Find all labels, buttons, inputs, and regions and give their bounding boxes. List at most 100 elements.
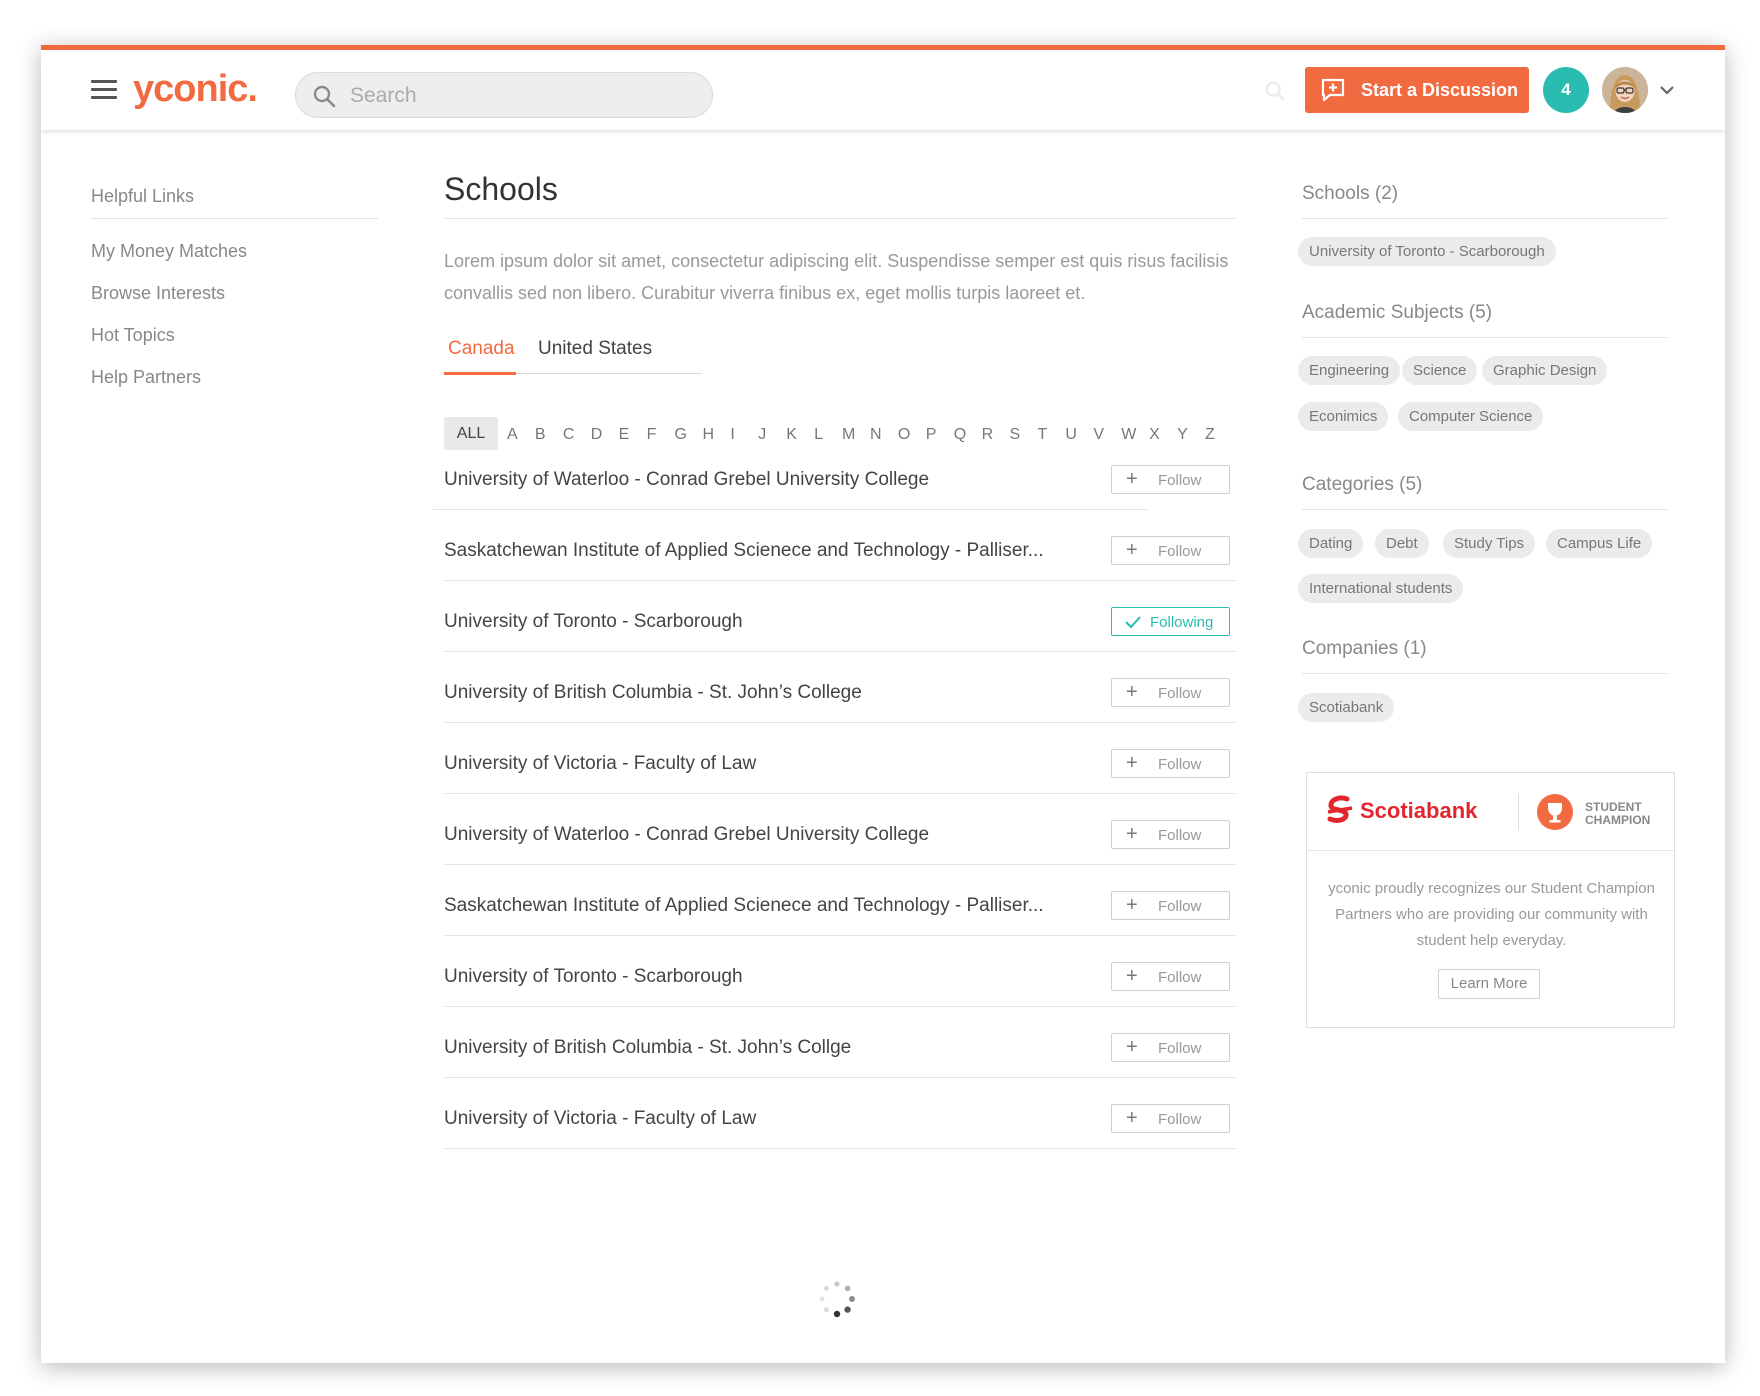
alphabet-letter-y[interactable]: Y bbox=[1177, 426, 1188, 444]
alphabet-letter-f[interactable]: F bbox=[647, 426, 657, 444]
alphabet-filter-all[interactable]: ALL bbox=[444, 417, 498, 450]
alphabet-letter-j[interactable]: J bbox=[758, 426, 766, 444]
follow-button-label: Follow bbox=[1158, 472, 1202, 489]
sidebar-item-help-partners[interactable]: Help Partners bbox=[91, 367, 201, 388]
alphabet-letter-i[interactable]: I bbox=[730, 426, 734, 444]
yconic-logo[interactable]: yconic. bbox=[133, 68, 258, 111]
follow-button[interactable]: + Follow bbox=[1111, 962, 1230, 991]
alphabet-letter-l[interactable]: L bbox=[814, 426, 823, 444]
sidebar-item-hot-topics[interactable]: Hot Topics bbox=[91, 325, 175, 346]
row-divider bbox=[444, 1077, 1236, 1078]
school-name[interactable]: Saskatchewan Institute of Applied Sciene… bbox=[444, 895, 1044, 917]
plus-icon: + bbox=[1126, 681, 1138, 703]
tag-subject[interactable]: Computer Science bbox=[1398, 402, 1544, 431]
alphabet-letter-u[interactable]: U bbox=[1065, 426, 1077, 444]
alphabet-letter-k[interactable]: K bbox=[786, 426, 797, 444]
academic-subjects-heading: Academic Subjects (5) bbox=[1302, 302, 1493, 323]
trophy-icon bbox=[1537, 794, 1573, 830]
menu-icon[interactable] bbox=[91, 80, 117, 100]
tag-category[interactable]: Dating bbox=[1298, 529, 1364, 558]
chevron-down-icon[interactable] bbox=[1659, 84, 1675, 96]
school-name[interactable]: University of Waterloo - Conrad Grebel U… bbox=[444, 469, 929, 491]
tag-category[interactable]: Campus Life bbox=[1546, 529, 1653, 558]
school-name[interactable]: Saskatchewan Institute of Applied Sciene… bbox=[444, 540, 1044, 562]
row-divider bbox=[444, 935, 1236, 936]
check-icon bbox=[1125, 616, 1141, 629]
alphabet-letter-q[interactable]: Q bbox=[954, 426, 966, 444]
tag-category[interactable]: Debt bbox=[1375, 529, 1429, 558]
row-divider bbox=[444, 580, 1236, 581]
alphabet-letter-d[interactable]: D bbox=[591, 426, 603, 444]
alphabet-letter-g[interactable]: G bbox=[675, 426, 687, 444]
plus-icon: + bbox=[1126, 539, 1138, 561]
school-name[interactable]: University of British Columbia - St. Joh… bbox=[444, 1037, 851, 1059]
school-name[interactable]: University of Victoria - Faculty of Law bbox=[444, 753, 756, 775]
tag-subject[interactable]: Econimics bbox=[1298, 402, 1389, 431]
learn-more-button[interactable]: Learn More bbox=[1438, 969, 1540, 999]
page-description: Lorem ipsum dolor sit amet, consectetur … bbox=[444, 251, 1229, 303]
tab-canada[interactable]: Canada bbox=[448, 338, 515, 360]
alphabet-letter-a[interactable]: A bbox=[507, 426, 518, 444]
follow-button[interactable]: + Follow bbox=[1111, 891, 1230, 920]
tab-united-states[interactable]: United States bbox=[538, 338, 652, 360]
alphabet-letter-v[interactable]: V bbox=[1093, 426, 1104, 444]
scotiabank-logo-icon bbox=[1327, 795, 1353, 823]
tag-subject[interactable]: Science bbox=[1402, 356, 1478, 385]
alphabet-letter-s[interactable]: S bbox=[1010, 426, 1021, 444]
avatar[interactable] bbox=[1602, 67, 1648, 113]
alphabet-letter-c[interactable]: C bbox=[563, 426, 575, 444]
follow-button[interactable]: + Follow bbox=[1111, 749, 1230, 778]
plus-icon: + bbox=[1126, 965, 1138, 987]
plus-icon: + bbox=[1126, 752, 1138, 774]
tag-category[interactable]: Study Tips bbox=[1443, 529, 1536, 558]
school-name[interactable]: University of Waterloo - Conrad Grebel U… bbox=[444, 824, 929, 846]
search-box[interactable] bbox=[295, 72, 713, 118]
alphabet-letter-x[interactable]: X bbox=[1149, 426, 1160, 444]
following-button[interactable]: Following bbox=[1111, 607, 1230, 636]
tag-subject[interactable]: Graphic Design bbox=[1482, 356, 1608, 385]
follow-button[interactable]: + Follow bbox=[1111, 536, 1230, 565]
search-input[interactable] bbox=[348, 80, 692, 112]
follow-button-label: Follow bbox=[1158, 969, 1202, 986]
schools-heading: Schools (2) bbox=[1302, 183, 1399, 204]
alphabet-letter-p[interactable]: P bbox=[926, 426, 937, 444]
plus-icon: + bbox=[1126, 823, 1138, 845]
notification-badge[interactable]: 4 bbox=[1543, 67, 1589, 113]
companies-heading: Companies (1) bbox=[1302, 638, 1427, 659]
tag-subject[interactable]: Engineering bbox=[1298, 356, 1401, 385]
alphabet-letter-b[interactable]: B bbox=[535, 426, 546, 444]
alphabet-letter-t[interactable]: T bbox=[1037, 426, 1047, 444]
start-discussion-button[interactable]: Start a Discussion bbox=[1305, 67, 1529, 113]
school-name[interactable]: University of British Columbia - St. Joh… bbox=[444, 682, 862, 704]
row-divider bbox=[433, 509, 1148, 510]
row-divider bbox=[444, 722, 1236, 723]
alphabet-letter-z[interactable]: Z bbox=[1205, 426, 1215, 444]
tag-school[interactable]: University of Toronto - Scarborough bbox=[1298, 237, 1556, 266]
follow-button-label: Follow bbox=[1158, 1040, 1202, 1057]
follow-button-label: Follow bbox=[1158, 685, 1202, 702]
follow-button[interactable]: + Follow bbox=[1111, 820, 1230, 849]
follow-button[interactable]: + Follow bbox=[1111, 1104, 1230, 1133]
follow-button[interactable]: + Follow bbox=[1111, 678, 1230, 707]
sidebar-item-browse-interests[interactable]: Browse Interests bbox=[91, 283, 225, 304]
tag-company[interactable]: Scotiabank bbox=[1298, 693, 1395, 722]
alphabet-letter-e[interactable]: E bbox=[619, 426, 630, 444]
alphabet-letter-h[interactable]: H bbox=[702, 426, 714, 444]
follow-button-label: Follow bbox=[1158, 898, 1202, 915]
follow-button[interactable]: + Follow bbox=[1111, 465, 1230, 494]
promo-header: Scotiabank STUDENT CHAMPION bbox=[1307, 773, 1674, 851]
sidebar-item-money-matches[interactable]: My Money Matches bbox=[91, 241, 247, 262]
plus-icon: + bbox=[1126, 1107, 1138, 1129]
alphabet-letter-o[interactable]: O bbox=[898, 426, 910, 444]
divider bbox=[1302, 218, 1668, 219]
follow-button[interactable]: + Follow bbox=[1111, 1033, 1230, 1062]
school-name[interactable]: University of Toronto - Scarborough bbox=[444, 611, 743, 633]
row-divider bbox=[444, 1148, 1236, 1149]
school-name[interactable]: University of Victoria - Faculty of Law bbox=[444, 1108, 756, 1130]
school-name[interactable]: University of Toronto - Scarborough bbox=[444, 966, 743, 988]
alphabet-letter-r[interactable]: R bbox=[982, 426, 994, 444]
alphabet-letter-w[interactable]: W bbox=[1121, 426, 1136, 444]
alphabet-letter-n[interactable]: N bbox=[870, 426, 882, 444]
alphabet-letter-m[interactable]: M bbox=[842, 426, 855, 444]
tag-category[interactable]: International students bbox=[1298, 574, 1464, 603]
